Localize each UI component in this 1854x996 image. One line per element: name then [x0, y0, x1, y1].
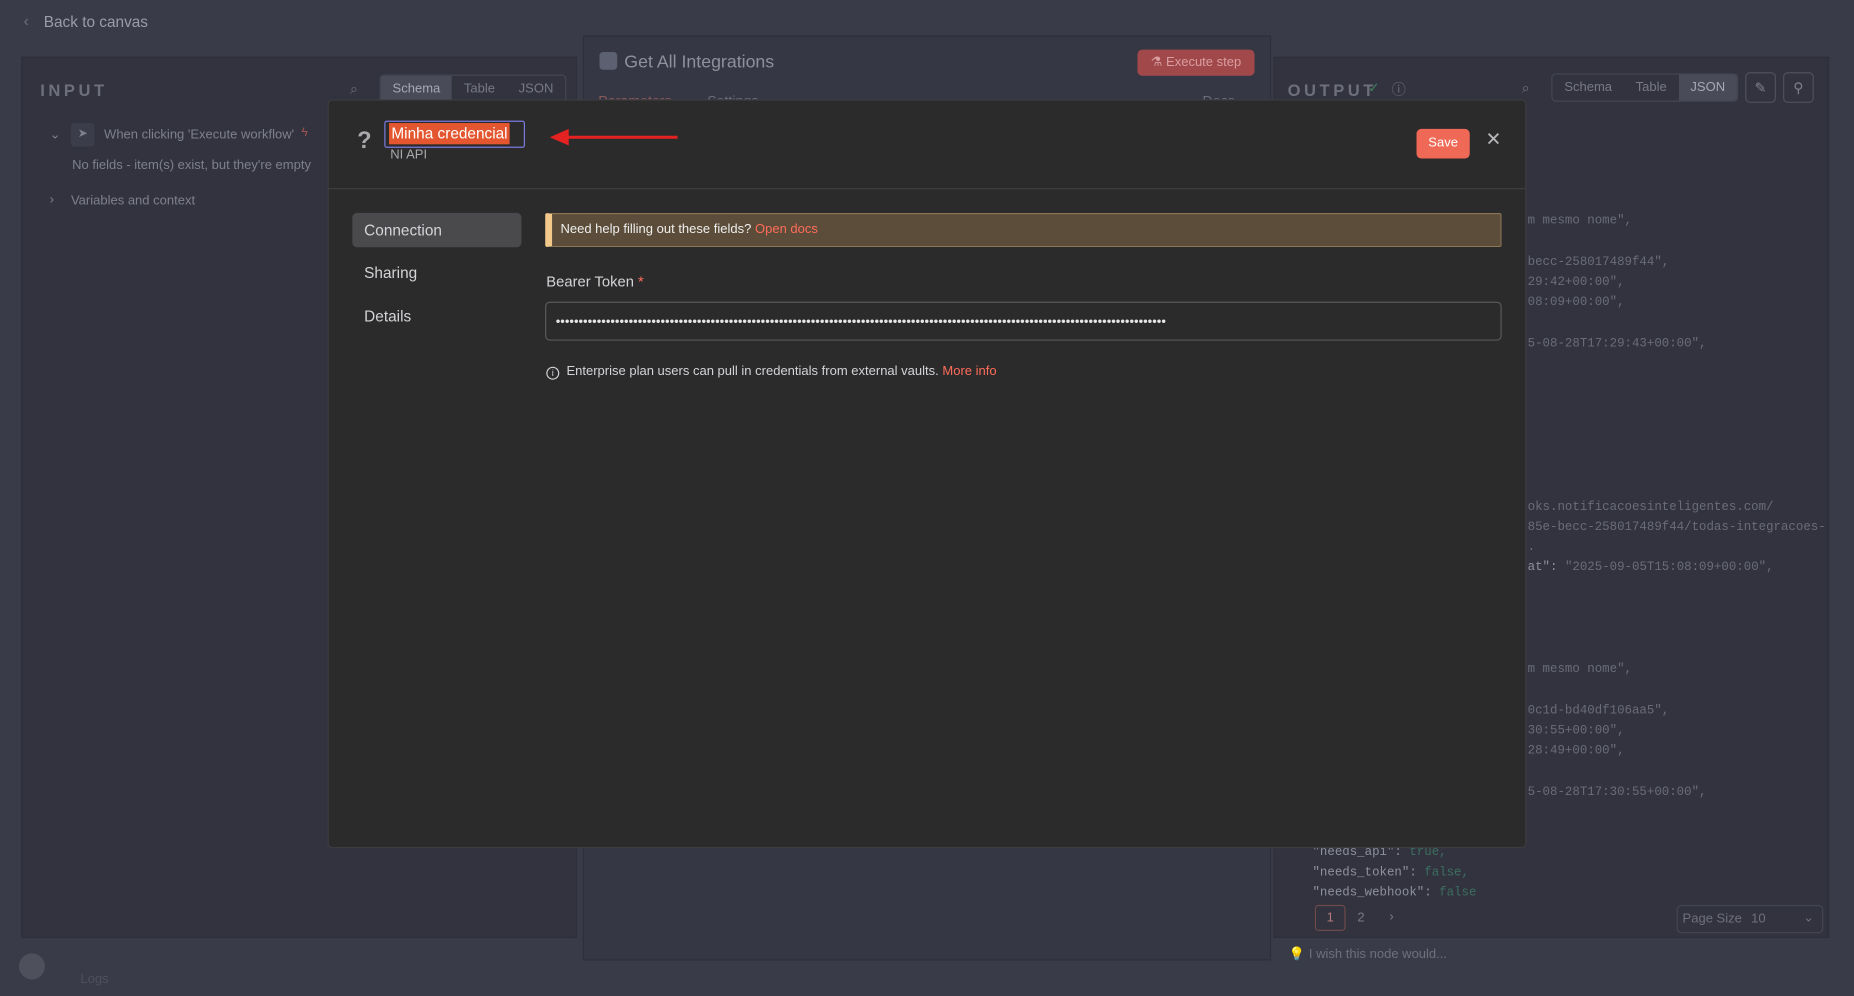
json-line: oks.notificacoesinteligentes.com/	[1527, 500, 1774, 515]
help-notice: Need help filling out these fields? Open…	[545, 212, 1502, 248]
page-size-select[interactable]: Page Size 10 ⌄	[1676, 904, 1824, 934]
output-panel-title: OUTPUT	[1287, 80, 1377, 100]
bearer-token-label: Bearer Token *	[546, 273, 644, 290]
json-line: .	[1527, 540, 1536, 555]
lightbulb-icon: 💡	[1288, 947, 1306, 962]
search-icon[interactable]: ⌕	[350, 80, 358, 98]
credential-name-selected-text[interactable]: Minha credencial	[389, 123, 510, 145]
output-view-schema[interactable]: Schema	[1552, 75, 1623, 101]
trigger-node-label[interactable]: When clicking 'Execute workflow'	[104, 128, 294, 142]
json-value: false,	[1424, 865, 1469, 881]
pin-icon[interactable]: ⚲	[1783, 72, 1814, 103]
chevron-right-icon[interactable]: ›	[50, 193, 54, 207]
page-size-value: 10	[1751, 912, 1766, 927]
question-icon: ?	[357, 127, 372, 154]
json-value: false	[1439, 885, 1477, 898]
chevron-down-icon: ⌄	[1803, 910, 1815, 926]
vaults-info: i Enterprise plan users can pull in cred…	[546, 364, 997, 380]
back-arrow-icon[interactable]: ‹	[24, 12, 29, 30]
edit-pencil-icon[interactable]: ✎	[1745, 72, 1776, 103]
json-line: 85e-becc-258017489f44/todas-integracoes-	[1527, 520, 1826, 535]
page-2-button[interactable]: 2	[1357, 911, 1364, 925]
credential-type-label: NI API	[390, 147, 428, 163]
vaults-info-text: Enterprise plan users can pull in creden…	[566, 364, 939, 379]
json-line: m mesmo nome",	[1527, 214, 1632, 229]
modal-header-divider	[327, 188, 1527, 190]
output-view-table[interactable]: Table	[1624, 75, 1679, 101]
bearer-token-label-text: Bearer Token	[546, 273, 634, 290]
back-to-canvas-link[interactable]: Back to canvas	[44, 13, 148, 31]
json-value: "2025-09-05T15:08:09+00:00",	[1564, 560, 1774, 575]
json-key: at":	[1527, 560, 1558, 575]
json-line: 29:42+00:00",	[1527, 275, 1625, 290]
page-size-label: Page Size	[1682, 912, 1742, 927]
json-line: 28:49+00:00",	[1527, 744, 1625, 759]
nav-details[interactable]: Details	[352, 299, 521, 333]
json-line: becc-258017489f44",	[1527, 255, 1670, 270]
json-line: "needs_token": false,	[1312, 866, 1468, 880]
json-line: m mesmo nome",	[1527, 662, 1632, 677]
empty-fields-note: No fields - item(s) exist, but they're e…	[72, 158, 311, 173]
open-docs-link[interactable]: Open docs	[755, 222, 818, 236]
output-search-icon[interactable]: ⌕	[1522, 79, 1530, 97]
json-key: "needs_token":	[1312, 865, 1417, 881]
json-line: 0c1d-bd40df106aa5",	[1527, 703, 1670, 719]
json-line: at": "2025-09-05T15:08:09+00:00",	[1528, 561, 1774, 575]
info-icon[interactable]: ⓘ	[1392, 79, 1406, 99]
nav-connection[interactable]: Connection	[352, 212, 522, 248]
node-title[interactable]: Get All Integrations	[624, 52, 774, 72]
input-panel-title: INPUT	[40, 80, 108, 100]
input-view-schema[interactable]: Schema	[380, 75, 453, 102]
save-button[interactable]: Save	[1416, 128, 1470, 159]
node-type-icon	[599, 52, 618, 70]
bearer-token-input[interactable]	[545, 301, 1502, 341]
flask-icon: ⚗	[1150, 55, 1167, 70]
page-1-button[interactable]: 1	[1314, 904, 1346, 931]
input-view-json[interactable]: JSON	[507, 76, 565, 102]
json-key: "needs_webhook":	[1312, 885, 1432, 898]
next-page-icon[interactable]: ›	[1389, 910, 1393, 924]
feedback-input[interactable]: I wish this node would...	[1309, 948, 1447, 962]
execute-step-button[interactable]: ⚗ Execute step	[1137, 49, 1255, 76]
lightning-icon: ϟ	[301, 126, 308, 140]
execute-step-label: Execute step	[1166, 55, 1242, 70]
credential-modal	[327, 99, 1527, 849]
logs-label[interactable]: Logs	[80, 972, 108, 986]
output-view-switcher[interactable]: Schema Table JSON	[1551, 73, 1739, 102]
json-line: 30:55+00:00",	[1527, 723, 1625, 739]
json-line: "needs_webhook": false	[1312, 886, 1476, 898]
nav-sharing[interactable]: Sharing	[352, 256, 521, 290]
cursor-icon: ➤	[70, 123, 95, 147]
success-check-icon: ✓	[1368, 79, 1380, 96]
help-notice-text: Need help filling out these fields?	[560, 222, 752, 237]
close-icon[interactable]: ✕	[1484, 128, 1503, 150]
json-line: 08:09+00:00",	[1527, 295, 1625, 310]
output-view-json[interactable]: JSON	[1678, 74, 1737, 101]
json-line: 5-08-28T17:29:43+00:00",	[1527, 337, 1707, 352]
annotation-arrow-icon	[549, 128, 678, 146]
more-info-link[interactable]: More info	[942, 364, 996, 378]
chevron-down-icon[interactable]: ⌄	[50, 127, 61, 142]
json-line: 5-08-28T17:30:55+00:00",	[1527, 785, 1707, 800]
input-view-table[interactable]: Table	[452, 76, 507, 102]
info-circle-icon: i	[546, 366, 560, 380]
variables-context-item[interactable]: Variables and context	[71, 194, 195, 208]
avatar[interactable]	[18, 953, 45, 980]
required-mark: *	[638, 273, 644, 290]
